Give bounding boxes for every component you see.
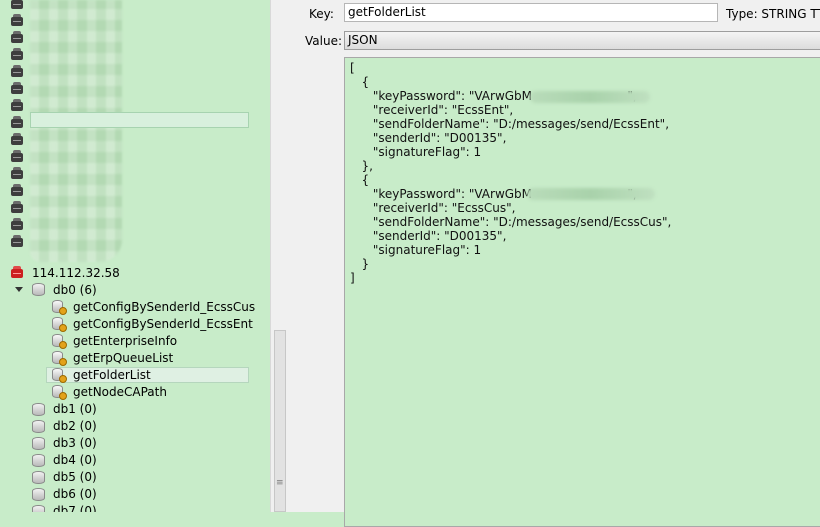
database-icon [32,283,45,296]
redacted-password-2 [527,188,655,200]
redacted-password-1 [530,91,650,103]
database-icon [32,471,45,484]
value-panel: Key: getFolderList Type: STRING TT Value… [292,0,820,527]
server-icon [11,116,23,128]
server-icon [11,184,23,196]
database-icon [32,454,45,467]
server-icon [11,235,23,247]
server-icon [11,99,23,111]
server-icon [11,82,23,94]
key-label: Key: [309,7,334,21]
tree-database-item[interactable]: db4 (0) [53,452,97,468]
server-icon [11,31,23,43]
type-label: Type: STRING TT [726,7,820,21]
tree-key-item[interactable]: getFolderList [73,367,151,383]
string-key-icon [52,385,67,400]
tree-database-item[interactable]: db3 (0) [53,435,97,451]
server-icon [11,201,23,213]
tree-database-item[interactable]: db6 (0) [53,486,97,502]
key-name-field[interactable]: getFolderList [344,3,718,22]
string-key-icon [52,368,67,383]
db0-label[interactable]: db0 (6) [53,282,97,298]
database-icon [32,437,45,450]
tree-key-item[interactable]: getNodeCAPath [73,384,167,400]
server-icon [11,48,23,60]
database-icon [32,488,45,501]
database-icon [32,420,45,433]
value-format-select[interactable]: JSON [344,31,820,50]
server-icon [11,167,23,179]
connection-label[interactable]: 114.112.32.58 [32,265,120,281]
expand-arrow-icon[interactable] [15,287,23,292]
tree-key-item[interactable]: getConfigBySenderId_EcssCus [73,299,255,315]
tree-database-item[interactable]: db7 (0) [53,503,97,512]
tree-key-item[interactable]: getEnterpriseInfo [73,333,177,349]
server-icon [11,133,23,145]
connection-tree[interactable]: 114.112.32.58 db0 (6) getConfigBySenderI… [0,0,270,512]
redacted-server-list [30,0,122,262]
database-icon [32,505,45,512]
tree-database-item[interactable]: db2 (0) [53,418,97,434]
value-editor[interactable]: [ { "keyPassword": "VArwGbM ", "receiver… [344,57,820,527]
server-icon [11,0,23,9]
database-icon [32,403,45,416]
string-key-icon [52,334,67,349]
tree-database-item[interactable]: db1 (0) [53,401,97,417]
tree-scrollbar[interactable] [270,0,293,512]
server-icon [11,150,23,162]
tree-key-item[interactable]: getErpQueueList [73,350,173,366]
server-icon [11,218,23,230]
redacted-selected-server[interactable] [30,112,249,128]
scrollbar-grip-icon: ≡ [276,478,284,488]
string-key-icon [52,317,67,332]
value-label: Value: [305,34,342,48]
string-key-icon [52,351,67,366]
server-icon [11,266,23,278]
server-icon [11,65,23,77]
tree-key-item[interactable]: getConfigBySenderId_EcssEnt [73,316,253,332]
server-icon [11,14,23,26]
tree-database-item[interactable]: db5 (0) [53,469,97,485]
string-key-icon [52,300,67,315]
